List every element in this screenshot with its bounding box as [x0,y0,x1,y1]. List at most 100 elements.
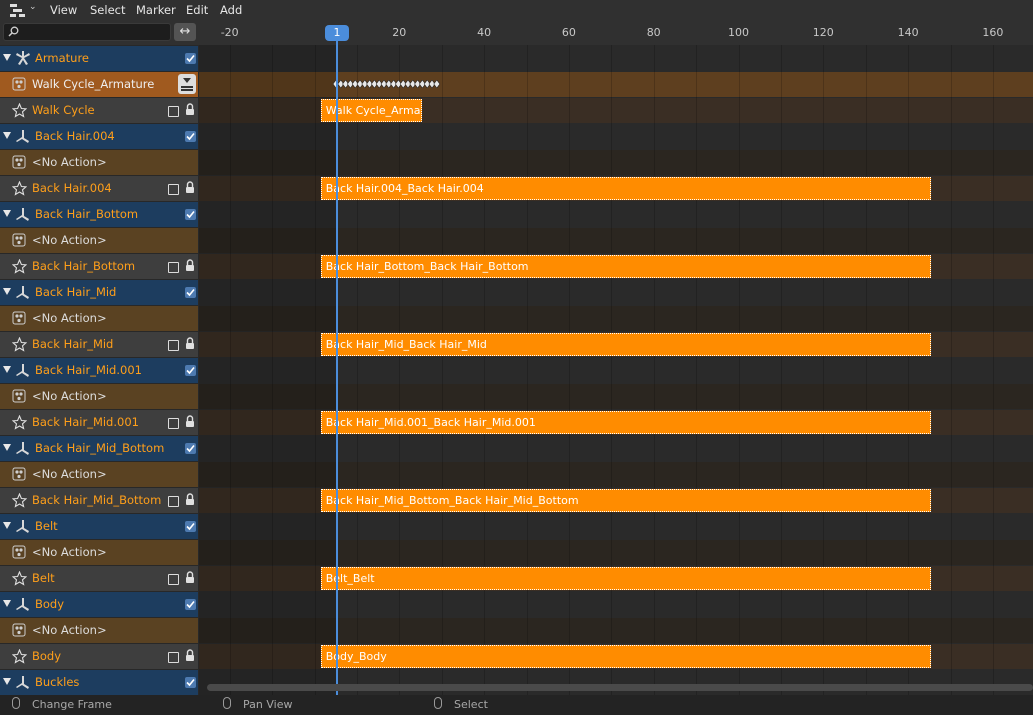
channel-label: <No Action> [32,467,107,481]
expand-arrow-icon[interactable] [3,600,11,607]
editor-type-selector[interactable]: ⌄ [7,1,37,19]
channel-enabled-checkbox[interactable] [185,53,196,64]
expand-arrow-icon[interactable] [3,132,11,139]
star-icon[interactable] [12,649,27,664]
push-down-button[interactable] [178,74,196,94]
action-line-channel[interactable]: Walk Cycle_Armature [0,72,198,97]
action-strip[interactable]: Back Hair_Mid_Back Hair_Mid [320,333,932,356]
keyframe-markers[interactable] [333,80,441,88]
action-channel[interactable]: <No Action> [0,462,198,487]
channel-enabled-checkbox[interactable] [185,521,196,532]
action-channel[interactable]: <No Action> [0,306,198,331]
armature-icon [16,51,30,65]
menu-view[interactable]: View [50,2,77,18]
star-icon[interactable] [12,571,27,586]
ruler-tick-label: 160 [982,26,1004,39]
nla-track-channel[interactable]: Belt [0,566,198,591]
mute-checkbox[interactable] [168,418,179,429]
object-channel[interactable]: Body [0,592,198,617]
bone-icon [16,208,29,221]
menu-edit[interactable]: Edit [186,2,208,18]
star-icon[interactable] [12,415,27,430]
expand-arrow-icon[interactable] [3,288,11,295]
channel-enabled-checkbox[interactable] [185,599,196,610]
lock-icon[interactable] [185,415,195,428]
action-channel[interactable]: <No Action> [0,540,198,565]
object-channel[interactable]: Buckles [0,670,198,695]
nla-track-channel[interactable]: Back Hair_Mid.001 [0,410,198,435]
sync-channel-length-button[interactable]: ↔ [174,23,196,41]
action-strip[interactable]: Back Hair_Mid_Bottom_Back Hair_Mid_Botto… [320,489,932,512]
object-channel[interactable]: Back Hair.004 [0,124,198,149]
channel-enabled-checkbox[interactable] [185,443,196,454]
menu-select[interactable]: Select [90,2,125,18]
nla-track-channel[interactable]: Walk Cycle [0,98,198,123]
mute-checkbox[interactable] [168,262,179,273]
current-frame-indicator[interactable]: 1 [325,25,349,41]
mute-checkbox[interactable] [168,574,179,585]
search-input[interactable] [3,23,171,41]
expand-arrow-icon[interactable] [3,522,11,529]
bone-icon [16,676,29,689]
channel-enabled-checkbox[interactable] [185,131,196,142]
object-channel[interactable]: Back Hair_Mid [0,280,198,305]
object-channel[interactable]: Back Hair_Bottom [0,202,198,227]
channel-enabled-checkbox[interactable] [185,677,196,688]
expand-arrow-icon[interactable] [3,444,11,451]
object-channel[interactable]: Belt [0,514,198,539]
lock-icon[interactable] [185,571,195,584]
expand-arrow-icon[interactable] [3,678,11,685]
menu-add[interactable]: Add [220,2,242,18]
nla-track-channel[interactable]: Back Hair.004 [0,176,198,201]
action-icon [12,233,26,247]
menu-marker[interactable]: Marker [136,2,176,18]
action-strip[interactable]: Back Hair_Mid.001_Back Hair_Mid.001 [320,411,932,434]
channel-label: Back Hair_Bottom [35,207,139,221]
action-channel[interactable]: <No Action> [0,384,198,409]
star-icon[interactable] [12,493,27,508]
channel-label: <No Action> [32,623,107,637]
playhead-line[interactable] [336,38,338,695]
nla-track-channel[interactable]: Back Hair_Mid_Bottom [0,488,198,513]
expand-arrow-icon[interactable] [3,210,11,217]
object-channel[interactable]: Armature [0,46,198,71]
lock-icon[interactable] [185,649,195,662]
star-icon[interactable] [12,103,27,118]
action-channel[interactable]: <No Action> [0,618,198,643]
lock-icon[interactable] [185,337,195,350]
action-channel[interactable]: <No Action> [0,228,198,253]
lock-icon[interactable] [185,103,195,116]
channel-enabled-checkbox[interactable] [185,209,196,220]
action-strip[interactable]: Back Hair_Bottom_Back Hair_Bottom [320,255,932,278]
horizontal-scrollbar[interactable] [207,684,1033,691]
nla-track-channel[interactable]: Back Hair_Bottom [0,254,198,279]
mute-checkbox[interactable] [168,340,179,351]
ruler-tick-label: 40 [477,26,492,39]
star-icon[interactable] [12,337,27,352]
star-icon[interactable] [12,181,27,196]
channel-enabled-checkbox[interactable] [185,365,196,376]
mute-checkbox[interactable] [168,106,179,117]
expand-arrow-icon[interactable] [3,54,11,61]
nla-strip-area[interactable]: Walk Cycle_Arma Back Hair.004_Back Hair.0… [199,45,1033,695]
lock-icon[interactable] [185,259,195,272]
action-strip[interactable]: Body_Body [320,645,932,668]
nla-track-channel[interactable]: Back Hair_Mid [0,332,198,357]
check-icon [186,600,195,609]
lock-icon[interactable] [185,181,195,194]
lock-icon[interactable] [185,493,195,506]
nla-track-channel[interactable]: Body [0,644,198,669]
expand-arrow-icon[interactable] [3,366,11,373]
object-channel[interactable]: Back Hair_Mid.001 [0,358,198,383]
mute-checkbox[interactable] [168,184,179,195]
channel-enabled-checkbox[interactable] [185,287,196,298]
star-icon[interactable] [12,259,27,274]
mute-checkbox[interactable] [168,496,179,507]
frame-gridline [823,45,825,695]
object-channel[interactable]: Back Hair_Mid_Bottom [0,436,198,461]
frame-gridline [992,45,994,695]
action-channel[interactable]: <No Action> [0,150,198,175]
mute-checkbox[interactable] [168,652,179,663]
action-strip[interactable]: Back Hair.004_Back Hair.004 [320,177,932,200]
action-strip[interactable]: Belt_Belt [320,567,932,590]
